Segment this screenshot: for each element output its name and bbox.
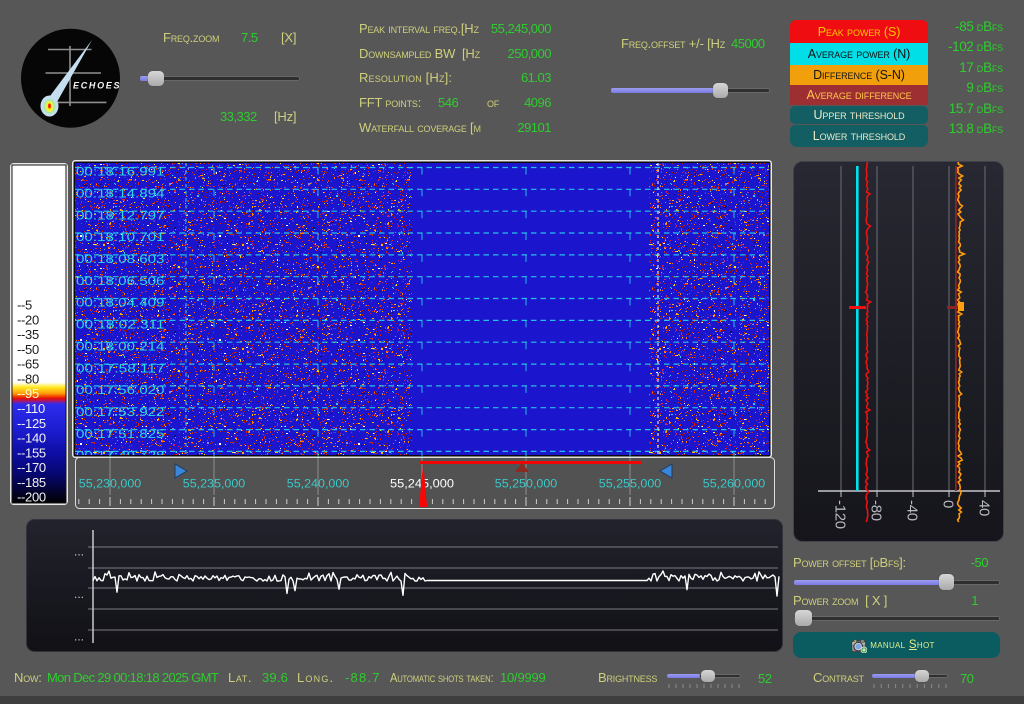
svg-text:...: ... bbox=[74, 630, 84, 644]
svg-text:55,230,000: 55,230,000 bbox=[79, 477, 142, 491]
svg-text:0: 0 bbox=[940, 500, 957, 508]
svg-text:00:18:12.797: 00:18:12.797 bbox=[76, 208, 165, 222]
svg-text:55,235,000: 55,235,000 bbox=[183, 477, 246, 491]
svg-text:00:17:56.020: 00:17:56.020 bbox=[76, 383, 165, 397]
svg-text:55,250,000: 55,250,000 bbox=[495, 477, 558, 491]
svg-text:00:18:06.506: 00:18:06.506 bbox=[76, 274, 165, 288]
svg-text:--5: --5 bbox=[17, 298, 32, 313]
svg-text:--95: --95 bbox=[17, 386, 39, 401]
svg-text:00:18:14.894: 00:18:14.894 bbox=[76, 187, 165, 201]
svg-text:55,260,000: 55,260,000 bbox=[703, 477, 766, 491]
svg-text:00:18:16.991: 00:18:16.991 bbox=[76, 165, 165, 179]
svg-text:55,255,000: 55,255,000 bbox=[599, 477, 662, 491]
svg-text:-40: -40 bbox=[904, 500, 921, 521]
svg-text:00:18:00.214: 00:18:00.214 bbox=[76, 339, 165, 353]
svg-text:-80: -80 bbox=[868, 500, 885, 521]
svg-text:--20: --20 bbox=[17, 312, 39, 327]
svg-text:00:18:08.603: 00:18:08.603 bbox=[76, 252, 165, 266]
svg-text:00:17:51.825: 00:17:51.825 bbox=[76, 427, 165, 441]
svg-text:--35: --35 bbox=[17, 327, 39, 342]
svg-text:--110: --110 bbox=[17, 401, 45, 416]
svg-text:40: 40 bbox=[976, 500, 993, 516]
svg-text:--80: --80 bbox=[17, 371, 39, 386]
svg-text:55,240,000: 55,240,000 bbox=[287, 477, 350, 491]
svg-text:--65: --65 bbox=[17, 357, 39, 372]
svg-text:00:18:02.311: 00:18:02.311 bbox=[76, 318, 165, 332]
svg-text:--185: --185 bbox=[17, 475, 46, 490]
svg-text:-120: -120 bbox=[832, 500, 849, 529]
svg-text:--140: --140 bbox=[17, 431, 46, 446]
svg-text:--200: --200 bbox=[17, 490, 46, 505]
svg-text:--170: --170 bbox=[17, 460, 46, 475]
svg-text:--155: --155 bbox=[17, 445, 46, 460]
svg-text:...: ... bbox=[74, 545, 84, 559]
svg-text:00:18:04.409: 00:18:04.409 bbox=[76, 296, 165, 310]
svg-text:00:17:58.117: 00:17:58.117 bbox=[76, 361, 165, 375]
svg-text:ECHOES: ECHOES bbox=[73, 81, 121, 91]
svg-text:--125: --125 bbox=[17, 416, 46, 431]
svg-text:--50: --50 bbox=[17, 342, 39, 357]
svg-text:00:18:10.701: 00:18:10.701 bbox=[76, 230, 165, 244]
svg-text:00:17:53.922: 00:17:53.922 bbox=[76, 405, 165, 419]
svg-text:...: ... bbox=[74, 587, 84, 601]
